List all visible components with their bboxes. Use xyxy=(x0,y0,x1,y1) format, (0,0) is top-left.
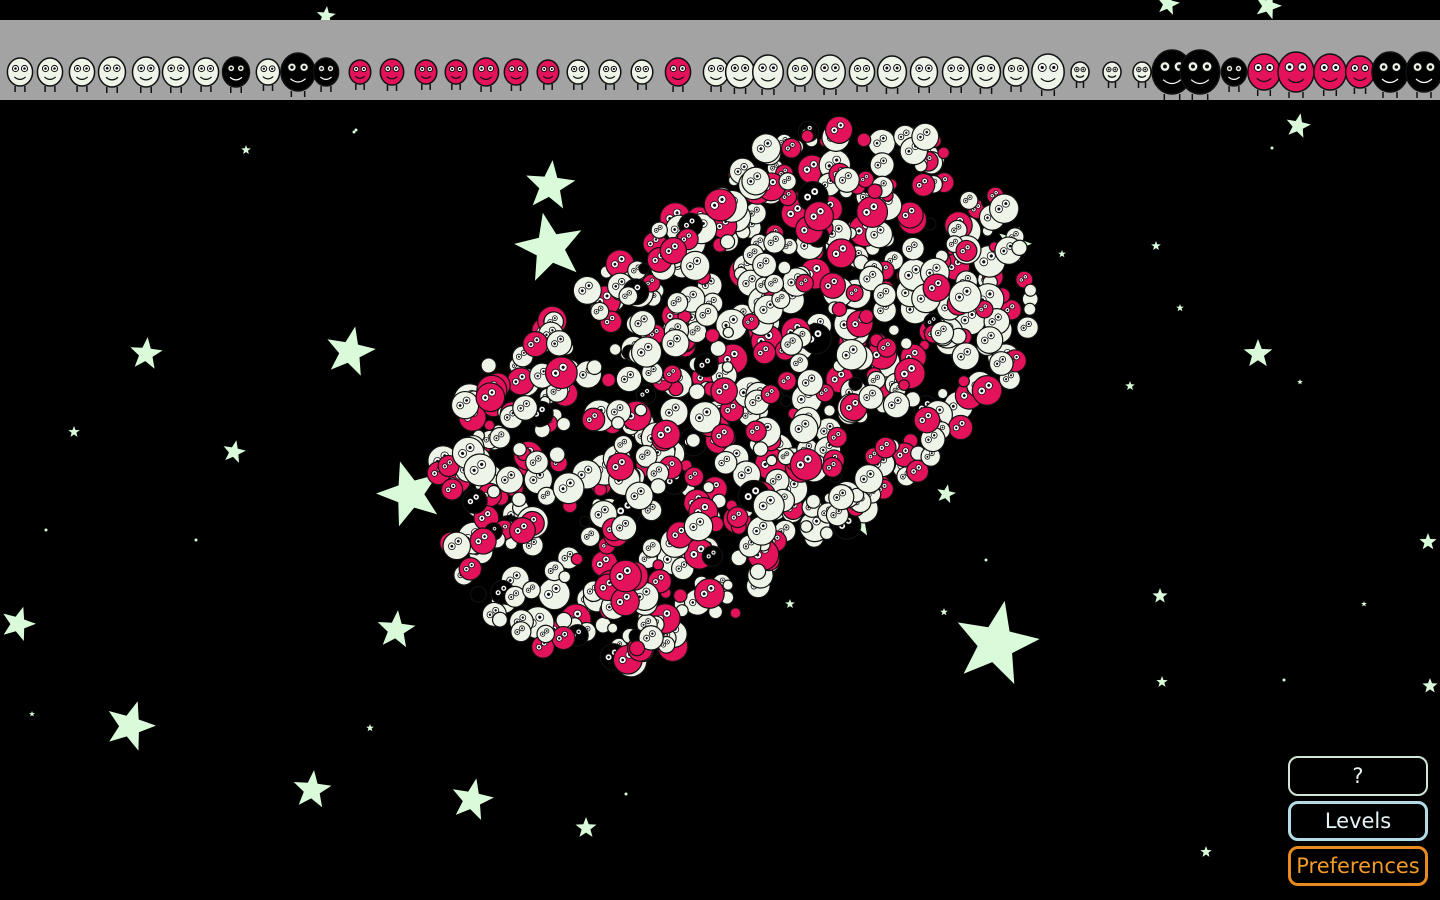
monster-icon[interactable] xyxy=(1405,51,1440,98)
monster-icon[interactable] xyxy=(192,57,220,92)
monster-icon[interactable] xyxy=(1070,61,1090,88)
monster-icon[interactable] xyxy=(221,56,251,93)
monster-icon xyxy=(729,607,742,619)
monster-icon[interactable] xyxy=(68,57,96,92)
help-button[interactable]: ? xyxy=(1288,756,1428,796)
monster-icon[interactable] xyxy=(702,57,730,92)
monster-icon[interactable] xyxy=(1313,53,1347,96)
monster-icon[interactable] xyxy=(255,58,281,91)
monster-icon[interactable] xyxy=(1247,53,1281,96)
monster-icon[interactable] xyxy=(1179,49,1221,100)
monster-cluster[interactable] xyxy=(0,0,1440,900)
monster-icon[interactable] xyxy=(630,59,654,90)
monster-icon[interactable] xyxy=(970,55,1002,94)
monster-icon xyxy=(888,324,900,337)
monster-icon[interactable] xyxy=(1371,51,1409,98)
levels-button[interactable]: Levels xyxy=(1288,801,1428,841)
monster-icon[interactable] xyxy=(751,54,785,95)
monster-icon xyxy=(823,404,836,417)
monster-palette-icons xyxy=(6,49,1440,100)
preferences-button[interactable]: Preferences xyxy=(1288,846,1428,886)
monster-icon[interactable] xyxy=(566,59,590,90)
monster-icon[interactable] xyxy=(1344,55,1376,94)
monster-icon[interactable] xyxy=(6,57,34,92)
monster-icon xyxy=(469,585,487,603)
monster-icon[interactable] xyxy=(813,54,847,95)
monster-icon[interactable] xyxy=(1102,61,1122,88)
monster-icon[interactable] xyxy=(1002,57,1030,92)
monster-icon[interactable] xyxy=(536,59,560,90)
monster-icon[interactable] xyxy=(909,56,939,93)
monster-icon[interactable] xyxy=(348,59,372,90)
monster-icon[interactable] xyxy=(1277,51,1315,98)
monster-icon[interactable] xyxy=(472,57,500,92)
monster-icon[interactable] xyxy=(414,59,438,90)
monster-icon[interactable] xyxy=(941,56,971,93)
monster-icon[interactable] xyxy=(848,57,876,92)
game-stage[interactable]: ? Levels Preferences xyxy=(0,0,1440,900)
monster-icon[interactable] xyxy=(379,58,405,91)
monster-icon[interactable] xyxy=(724,55,756,94)
monster-icon[interactable] xyxy=(1220,57,1248,92)
monster-icon[interactable] xyxy=(786,57,814,92)
monster-icon[interactable] xyxy=(312,57,340,92)
monster-icon[interactable] xyxy=(97,56,127,93)
monster-icon[interactable] xyxy=(1031,53,1065,96)
monster-icon[interactable] xyxy=(598,59,622,90)
monster-icon[interactable] xyxy=(1132,61,1152,88)
monster-icon[interactable] xyxy=(664,57,692,92)
monster-icon[interactable] xyxy=(876,55,908,94)
monster-icon[interactable] xyxy=(503,58,529,91)
monster-icon[interactable] xyxy=(444,59,468,90)
monster-icon[interactable] xyxy=(161,56,191,93)
monster-icon[interactable] xyxy=(36,57,64,92)
monster-icon[interactable] xyxy=(280,52,316,97)
monster-cluster-group xyxy=(426,115,1039,678)
monster-icon[interactable] xyxy=(131,56,161,93)
monster-palette-bar[interactable] xyxy=(0,20,1440,100)
